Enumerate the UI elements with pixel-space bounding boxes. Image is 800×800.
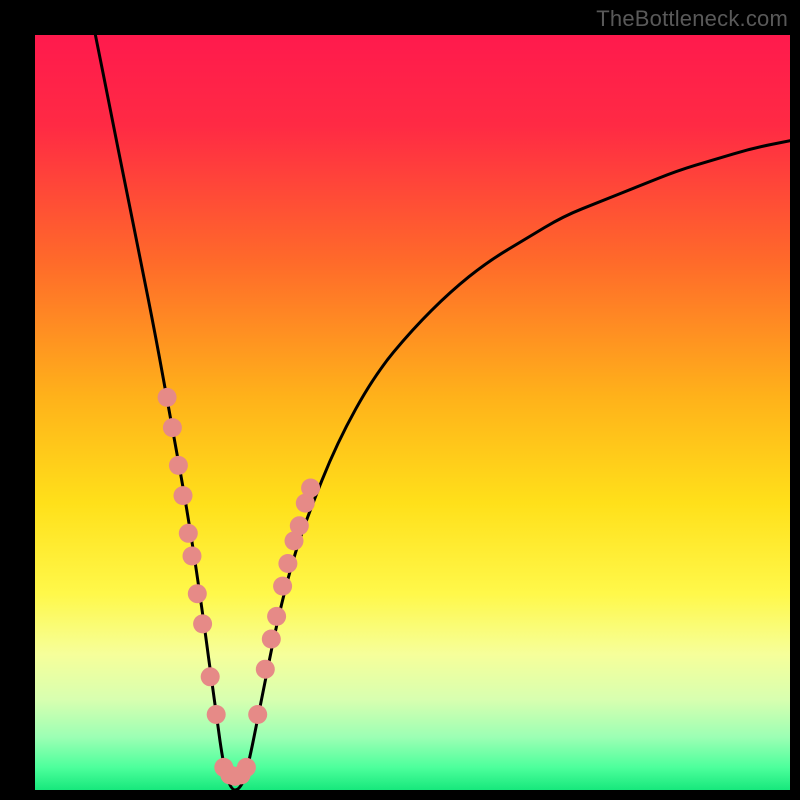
highlight-dot — [193, 614, 212, 633]
bottleneck-curve — [95, 35, 790, 790]
highlight-dot — [188, 584, 207, 603]
highlight-dot — [248, 705, 267, 724]
highlight-dot — [201, 667, 220, 686]
highlight-dot — [163, 418, 182, 437]
highlight-dot — [179, 524, 198, 543]
highlight-dot — [278, 554, 297, 573]
highlight-dot — [237, 758, 256, 777]
highlight-dot — [262, 630, 281, 649]
highlight-dot — [174, 486, 193, 505]
highlight-dot — [256, 660, 275, 679]
highlight-dot — [267, 607, 286, 626]
highlight-dot — [183, 547, 202, 566]
plot-area — [35, 35, 790, 790]
highlight-dots — [158, 388, 321, 786]
highlight-dot — [301, 479, 320, 498]
watermark-text: TheBottleneck.com — [596, 6, 788, 32]
highlight-dot — [158, 388, 177, 407]
highlight-dot — [207, 705, 226, 724]
highlight-dot — [290, 516, 309, 535]
highlight-dot — [169, 456, 188, 475]
chart-frame: TheBottleneck.com — [0, 0, 800, 800]
highlight-dot — [273, 577, 292, 596]
curve-layer — [35, 35, 790, 790]
